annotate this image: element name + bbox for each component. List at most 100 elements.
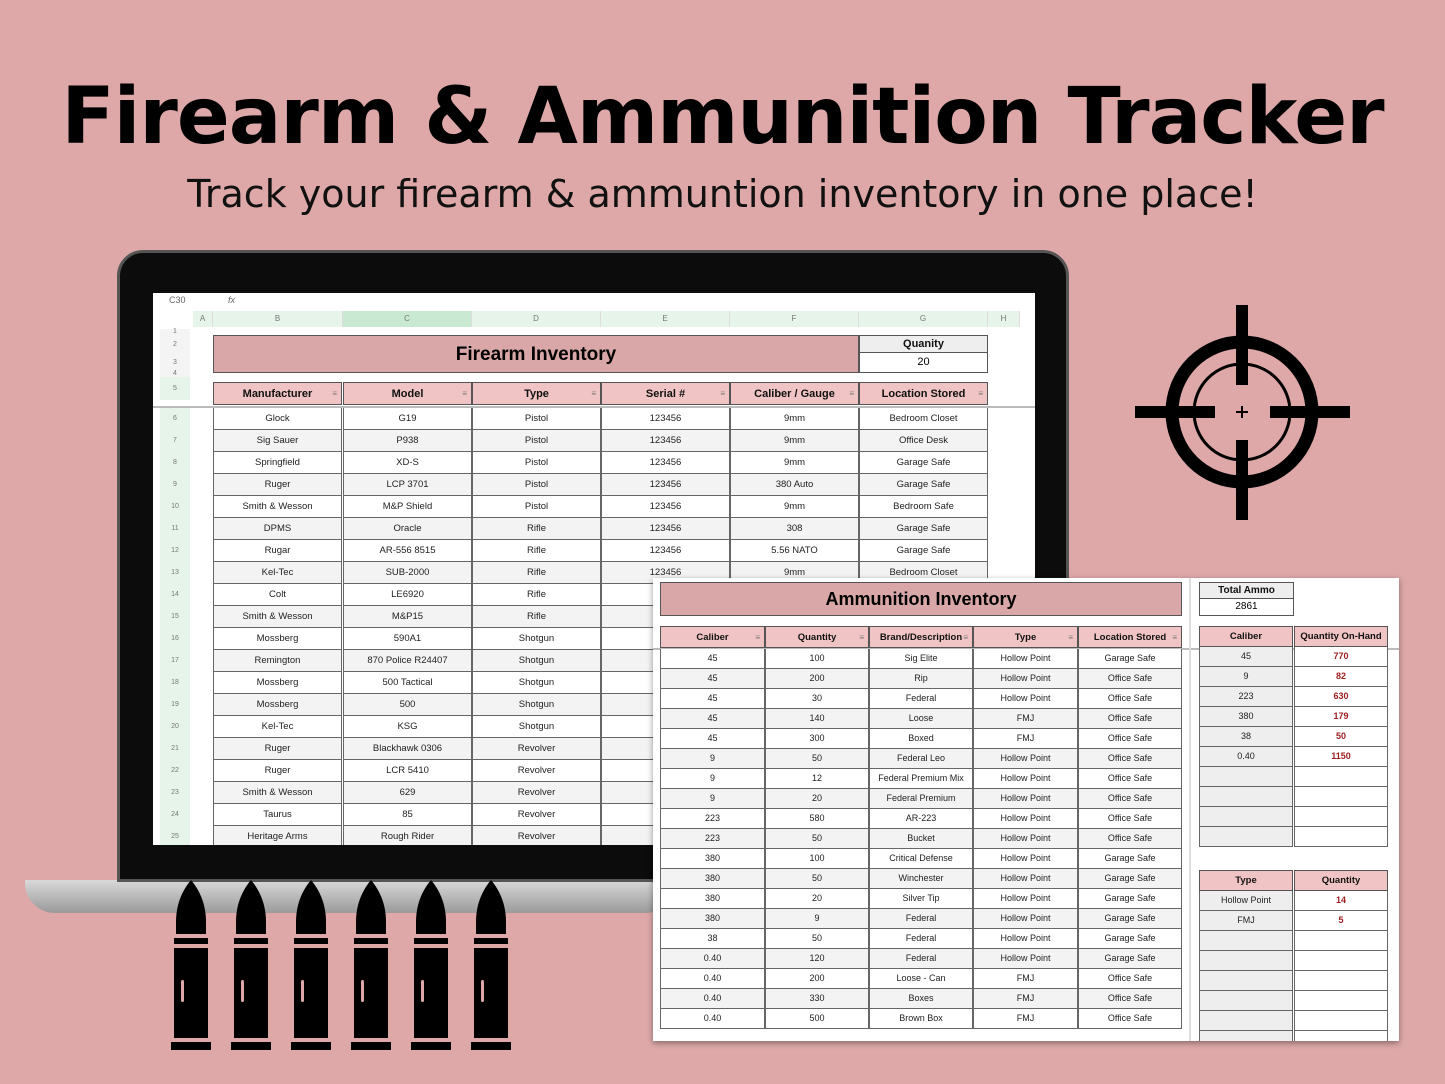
table-cell[interactable]: 38 [660, 929, 765, 949]
table-cell[interactable]: 123456 [601, 518, 730, 540]
table-cell[interactable]: 9mm [730, 496, 859, 518]
table-cell[interactable]: 9 [660, 789, 765, 809]
table-cell[interactable]: 9mm [730, 452, 859, 474]
row-number[interactable]: 18 [160, 672, 190, 694]
table-cell[interactable]: Shotgun [472, 650, 601, 672]
table-cell[interactable]: Office Safe [1078, 749, 1182, 769]
table-cell[interactable]: Rip [869, 669, 973, 689]
column-header-type[interactable]: Type ≡ [472, 382, 601, 405]
filter-icon[interactable]: ≡ [978, 383, 983, 405]
filter-icon[interactable]: ≡ [591, 383, 596, 405]
row-number[interactable]: 11 [160, 518, 190, 540]
table-cell[interactable]: Rifle [472, 606, 601, 628]
table-cell[interactable]: Garage Safe [1078, 649, 1182, 669]
table-cell[interactable]: 45 [660, 649, 765, 669]
row-number[interactable]: 9 [160, 474, 190, 496]
row-number[interactable]: 10 [160, 496, 190, 518]
table-cell[interactable]: 50 [765, 929, 869, 949]
table-cell[interactable]: 300 [765, 729, 869, 749]
table-cell[interactable]: Glock [213, 408, 342, 430]
table-cell[interactable]: Garage Safe [1078, 949, 1182, 969]
table-cell[interactable]: 380 Auto [730, 474, 859, 496]
table-cell[interactable]: Boxes [869, 989, 973, 1009]
table-cell[interactable]: Office Safe [1078, 709, 1182, 729]
table-cell[interactable]: Taurus [213, 804, 342, 826]
table-cell[interactable]: 200 [765, 669, 869, 689]
dropdown-arrow-icon[interactable]: ▾ [1069, 1028, 1073, 1029]
table-cell[interactable]: AR-223 [869, 809, 973, 829]
column-header-manufacturer[interactable]: Manufacturer ≡ [213, 382, 342, 405]
type-dropdown[interactable]: Hollow Point▾ [973, 949, 1078, 969]
table-cell[interactable]: AR-556 8515 [343, 540, 472, 562]
table-cell[interactable]: 9mm [730, 430, 859, 452]
type-dropdown[interactable]: Hollow Point▾ [973, 869, 1078, 889]
table-cell[interactable]: 5.56 NATO [730, 540, 859, 562]
table-cell[interactable]: 380 [660, 849, 765, 869]
formula-bar[interactable]: C30 fx [153, 293, 1035, 309]
table-cell[interactable]: Rifle [472, 518, 601, 540]
table-cell[interactable]: 0.40 [660, 949, 765, 969]
table-cell[interactable]: Revolver [472, 782, 601, 804]
table-cell[interactable]: G19 [343, 408, 472, 430]
table-cell[interactable]: 629 [343, 782, 472, 804]
column-header-serial-[interactable]: Serial # ≡ [601, 382, 730, 405]
table-cell[interactable]: Smith & Wesson [213, 606, 342, 628]
table-cell[interactable]: 45 [660, 709, 765, 729]
table-cell[interactable]: Boxed [869, 729, 973, 749]
type-dropdown[interactable]: Hollow Point▾ [973, 769, 1078, 789]
table-cell[interactable]: 100 [765, 849, 869, 869]
type-dropdown[interactable]: Hollow Point▾ [973, 829, 1078, 849]
table-cell[interactable]: 380 [660, 909, 765, 929]
table-cell[interactable]: Mossberg [213, 694, 342, 716]
ammo-header-caliber[interactable]: Caliber ≡ [660, 626, 765, 648]
table-cell[interactable]: 20 [765, 789, 869, 809]
table-cell[interactable]: Winchester [869, 869, 973, 889]
table-cell[interactable]: 123456 [601, 540, 730, 562]
table-cell[interactable]: Bedroom Closet [859, 408, 988, 430]
table-cell[interactable]: Mossberg [213, 628, 342, 650]
table-cell[interactable]: Bucket [869, 829, 973, 849]
table-cell[interactable]: 123456 [601, 430, 730, 452]
table-cell[interactable]: Shotgun [472, 694, 601, 716]
table-cell[interactable]: Federal [869, 909, 973, 929]
table-cell[interactable]: 870 Police R24407 [343, 650, 472, 672]
table-cell[interactable]: LCP 3701 [343, 474, 472, 496]
table-cell[interactable]: KSG [343, 716, 472, 738]
row-number[interactable]: 5 [160, 377, 190, 400]
table-cell[interactable]: 123456 [601, 408, 730, 430]
table-cell[interactable]: Smith & Wesson [213, 496, 342, 518]
table-cell[interactable]: Federal [869, 689, 973, 709]
table-cell[interactable]: 30 [765, 689, 869, 709]
row-number[interactable]: 23 [160, 782, 190, 804]
column-header-model[interactable]: Model ≡ [343, 382, 472, 405]
table-cell[interactable]: Blackhawk 0306 [343, 738, 472, 760]
table-cell[interactable]: Garage Safe [1078, 929, 1182, 949]
column-header[interactable]: A [193, 311, 213, 327]
table-cell[interactable]: 500 [343, 694, 472, 716]
column-header-location-stored[interactable]: Location Stored ≡ [859, 382, 988, 405]
row-number[interactable]: 19 [160, 694, 190, 716]
filter-icon[interactable]: ≡ [859, 627, 864, 648]
column-header[interactable]: G [859, 311, 988, 327]
table-cell[interactable]: M&P Shield [343, 496, 472, 518]
ammo-header-brand-description[interactable]: Brand/Description ≡ [869, 626, 973, 648]
type-dropdown[interactable]: Hollow Point▾ [973, 689, 1078, 709]
column-header[interactable]: D [472, 311, 601, 327]
table-cell[interactable]: Loose - Can [869, 969, 973, 989]
type-dropdown[interactable]: Hollow Point▾ [973, 749, 1078, 769]
table-cell[interactable]: Office Safe [1078, 1009, 1182, 1029]
table-cell[interactable]: Garage Safe [1078, 909, 1182, 929]
filter-icon[interactable]: ≡ [755, 627, 760, 648]
table-cell[interactable]: Rifle [472, 540, 601, 562]
table-cell[interactable]: Bedroom Safe [859, 496, 988, 518]
table-cell[interactable]: Mossberg [213, 672, 342, 694]
table-cell[interactable]: Office Safe [1078, 829, 1182, 849]
table-cell[interactable]: Sig Elite [869, 649, 973, 669]
table-cell[interactable]: 123456 [601, 452, 730, 474]
table-cell[interactable]: Ruger [213, 738, 342, 760]
table-cell[interactable]: Kel-Tec [213, 716, 342, 738]
table-cell[interactable]: Garage Safe [1078, 889, 1182, 909]
table-cell[interactable]: DPMS [213, 518, 342, 540]
filter-icon[interactable]: ≡ [1068, 627, 1073, 648]
table-cell[interactable]: Office Desk [859, 430, 988, 452]
